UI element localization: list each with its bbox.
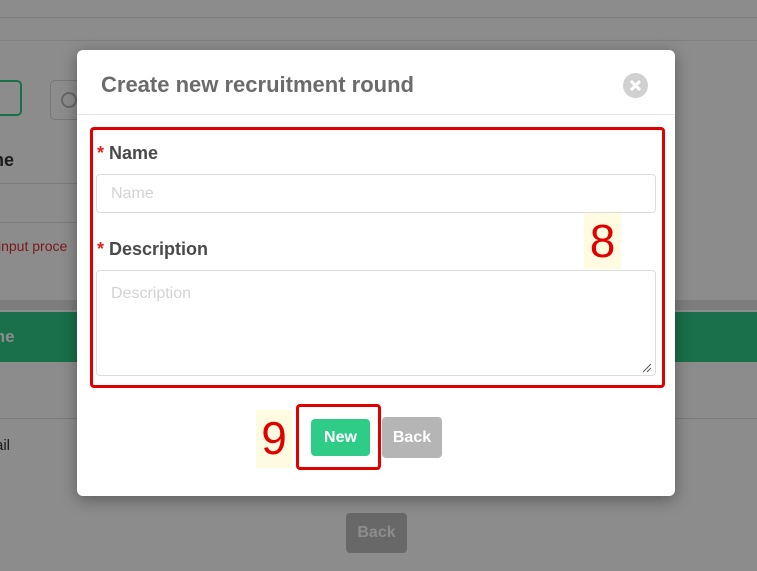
back-button[interactable]: Back (382, 417, 442, 458)
annotation-box-new-button (296, 404, 381, 470)
dialog-title: Create new recruitment round (101, 72, 414, 97)
annotation-box-form (90, 127, 665, 388)
dialog-header: Create new recruitment round (77, 50, 675, 115)
annotation-number-form: 8 (584, 213, 621, 269)
close-icon[interactable] (623, 73, 648, 98)
annotation-number-new-button: 9 (256, 410, 292, 468)
